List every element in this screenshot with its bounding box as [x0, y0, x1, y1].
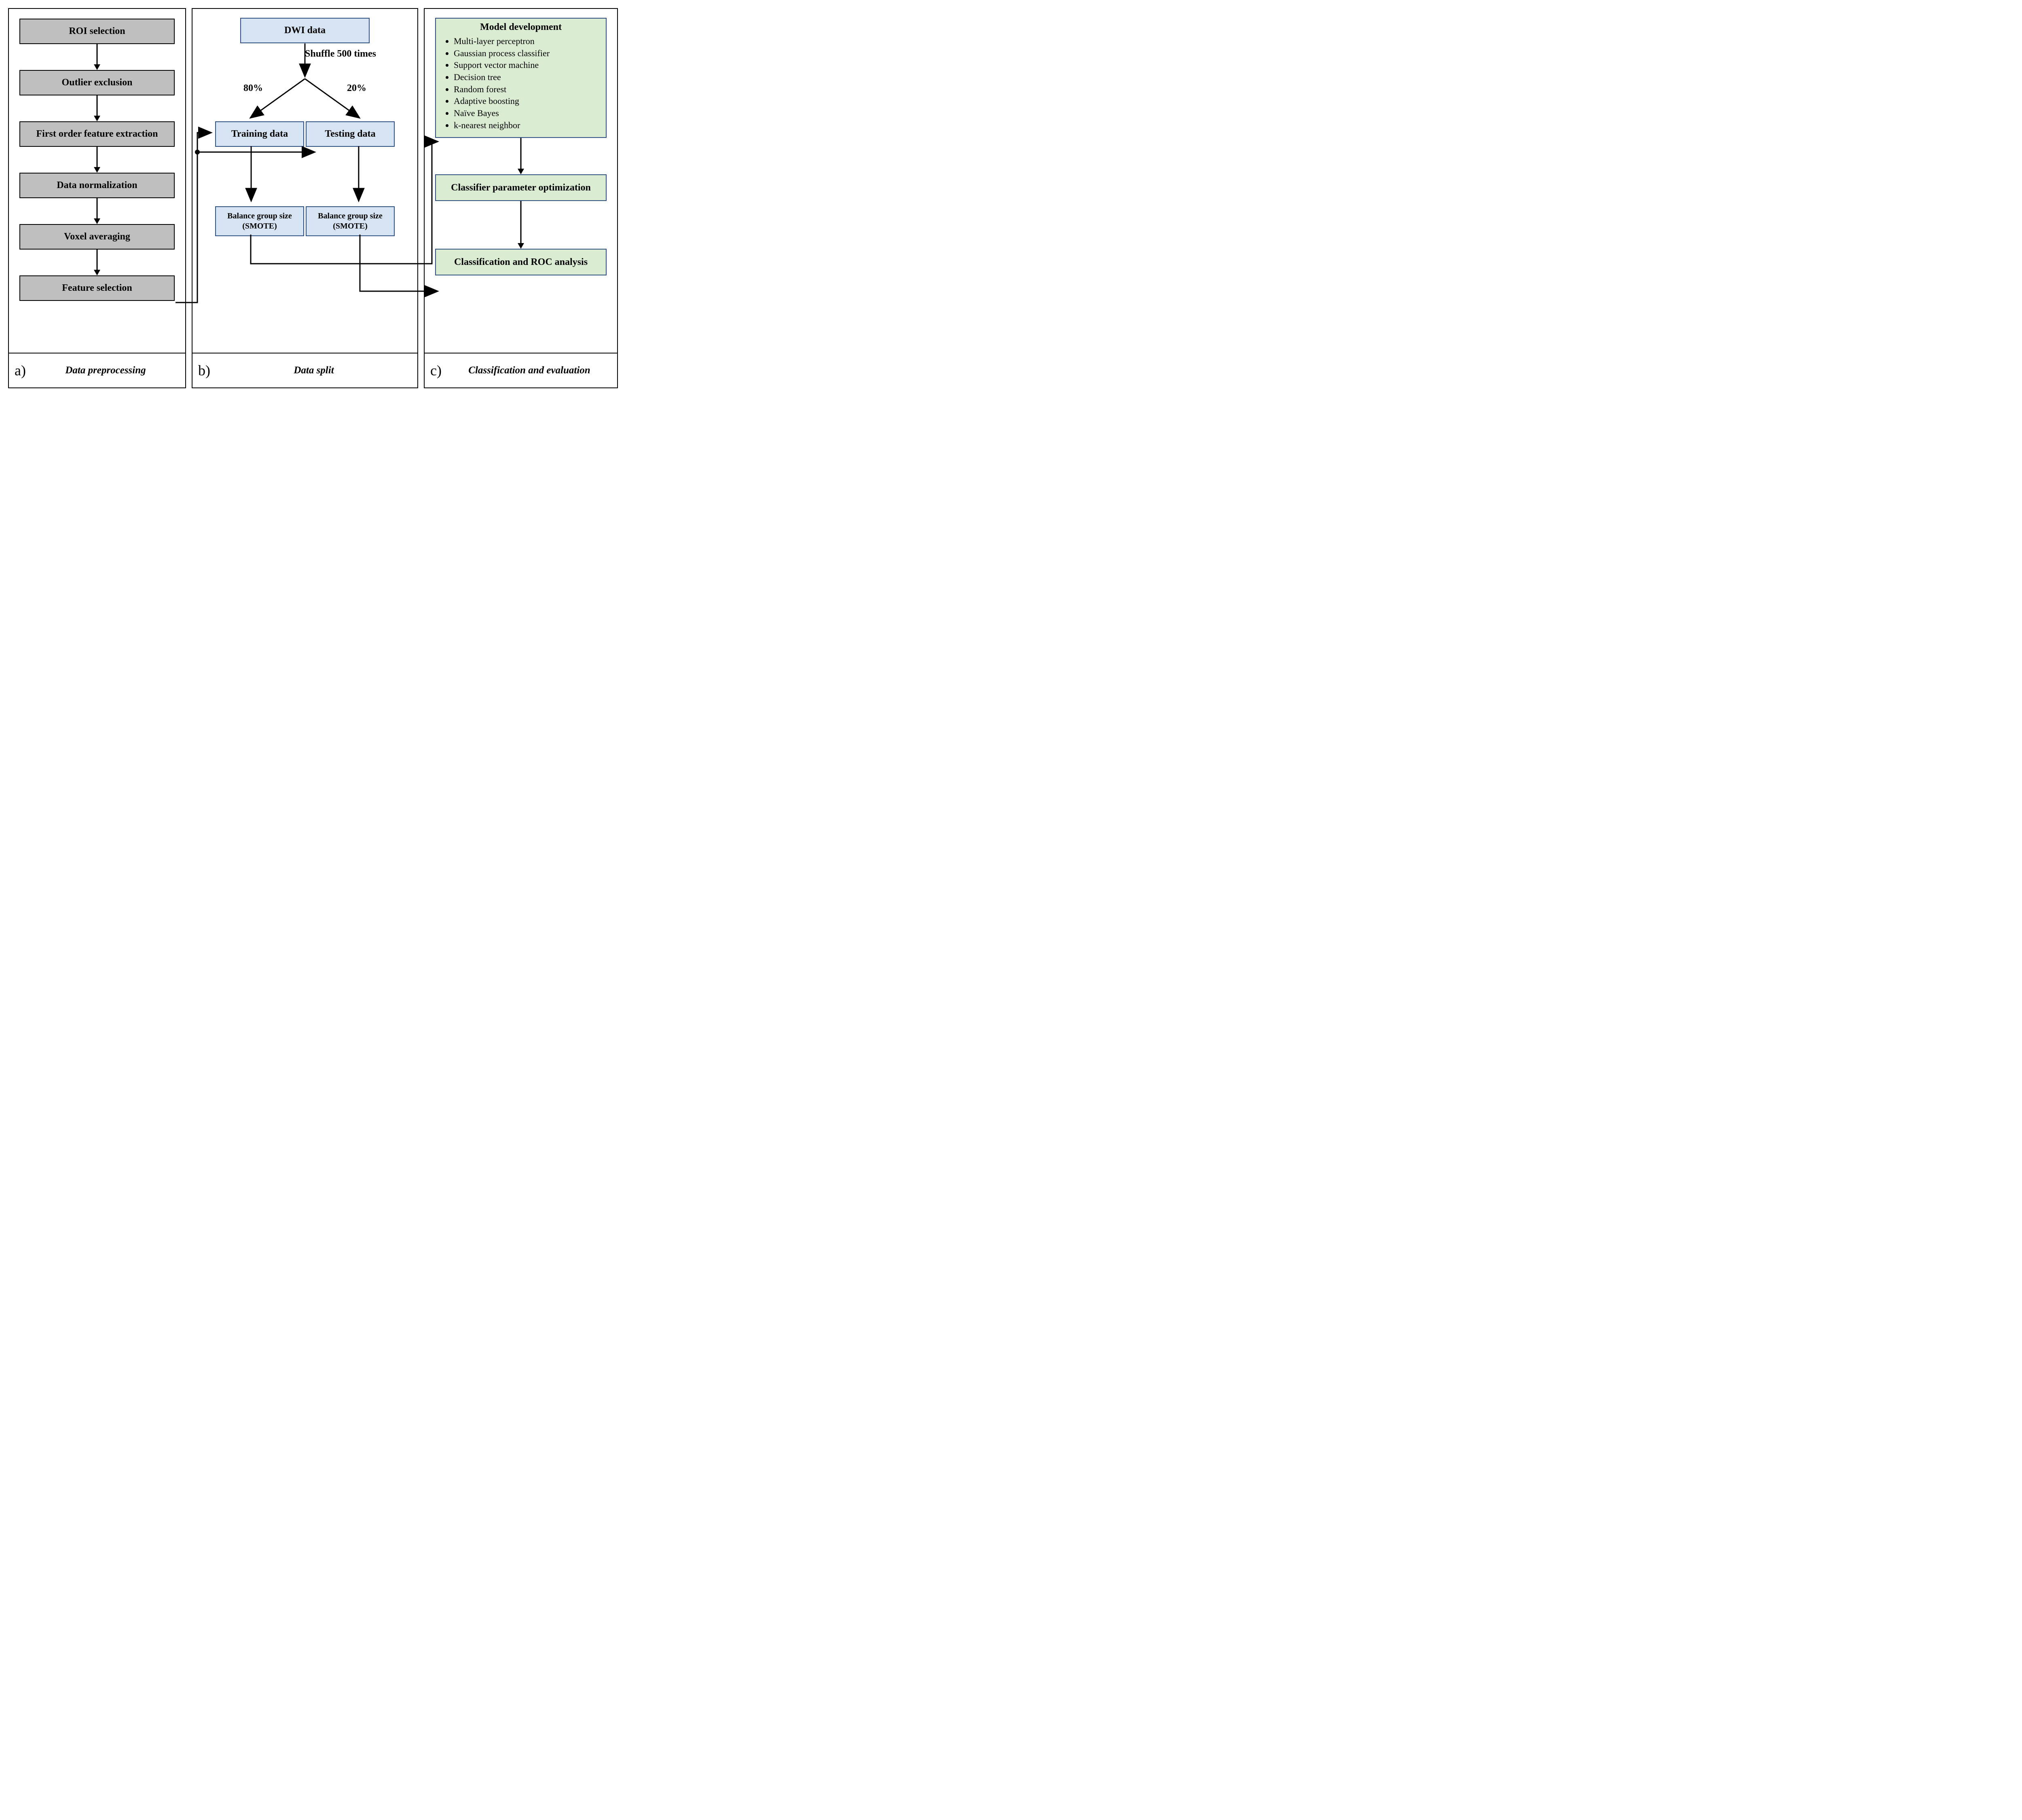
model-list-item: Adaptive boosting	[454, 95, 599, 107]
model-list-item: Random forest	[454, 83, 599, 95]
model-list: Multi-layer perceptron Gaussian process …	[443, 35, 599, 131]
arrow-down-icon	[92, 198, 102, 224]
panel-b-footer: b) Data split	[192, 353, 417, 387]
model-list-item: Multi-layer perceptron	[454, 35, 599, 47]
panel-a-body: ROI selection Outlier exclusion First or…	[9, 9, 185, 353]
arrow-down-icon	[92, 44, 102, 70]
box-classifier-optimization: Classifier parameter optimization	[435, 174, 607, 201]
arrow-down-icon	[92, 95, 102, 121]
panel-a-letter: a)	[15, 362, 26, 379]
model-list-item: k-nearest neighbor	[454, 119, 599, 131]
panel-c-label: Classification and evaluation	[445, 365, 614, 377]
shuffle-label: Shuffle 500 times	[305, 49, 376, 59]
step-roi-selection: ROI selection	[19, 19, 175, 44]
arrow-down-icon	[92, 250, 102, 275]
model-list-item: Decision tree	[454, 71, 599, 83]
split-20-label: 20%	[347, 83, 366, 94]
panel-b-label: Data split	[214, 365, 414, 377]
box-train-smote: Balance group size (SMOTE)	[215, 206, 304, 236]
step-feature-extraction: First order feature extraction	[19, 121, 175, 147]
box-dwi-data: DWI data	[240, 18, 370, 43]
box-testing-data: Testing data	[306, 121, 395, 147]
step-voxel-averaging: Voxel averaging	[19, 224, 175, 250]
panel-b-letter: b)	[198, 362, 210, 379]
panel-a: ROI selection Outlier exclusion First or…	[8, 8, 186, 388]
panel-b: DWI data Shuffle 500 times 80% 20% Train…	[192, 8, 418, 388]
model-list-item: Gaussian process classifier	[454, 47, 599, 59]
panel-b-body: DWI data Shuffle 500 times 80% 20% Train…	[192, 9, 417, 353]
step-feature-selection: Feature selection	[19, 275, 175, 301]
panel-b-arrows	[203, 16, 407, 345]
panel-a-label: Data preprocessing	[29, 365, 182, 377]
arrow-down-icon	[92, 147, 102, 173]
box-model-development: Model development Multi-layer perceptron…	[435, 18, 607, 138]
preprocessing-steps: ROI selection Outlier exclusion First or…	[19, 16, 175, 349]
box-training-data: Training data	[215, 121, 304, 147]
arrow-down-icon	[516, 138, 526, 174]
panel-c-footer: c) Classification and evaluation	[425, 353, 617, 387]
split-80-label: 80%	[243, 83, 263, 94]
arrow-down-icon	[516, 201, 526, 249]
workflow-diagram: ROI selection Outlier exclusion First or…	[8, 8, 623, 388]
panel-a-footer: a) Data preprocessing	[9, 353, 185, 387]
panel-c-body: Model development Multi-layer perceptron…	[425, 9, 617, 353]
step-outlier-exclusion: Outlier exclusion	[19, 70, 175, 95]
model-list-item: Support vector machine	[454, 59, 599, 71]
step-normalization: Data normalization	[19, 173, 175, 198]
model-list-item: Naïve Bayes	[454, 107, 599, 119]
panel-c-letter: c)	[430, 362, 442, 379]
model-dev-title: Model development	[443, 22, 599, 33]
box-test-smote: Balance group size (SMOTE)	[306, 206, 395, 236]
box-roc-analysis: Classification and ROC analysis	[435, 249, 607, 275]
panel-c: Model development Multi-layer perceptron…	[424, 8, 618, 388]
